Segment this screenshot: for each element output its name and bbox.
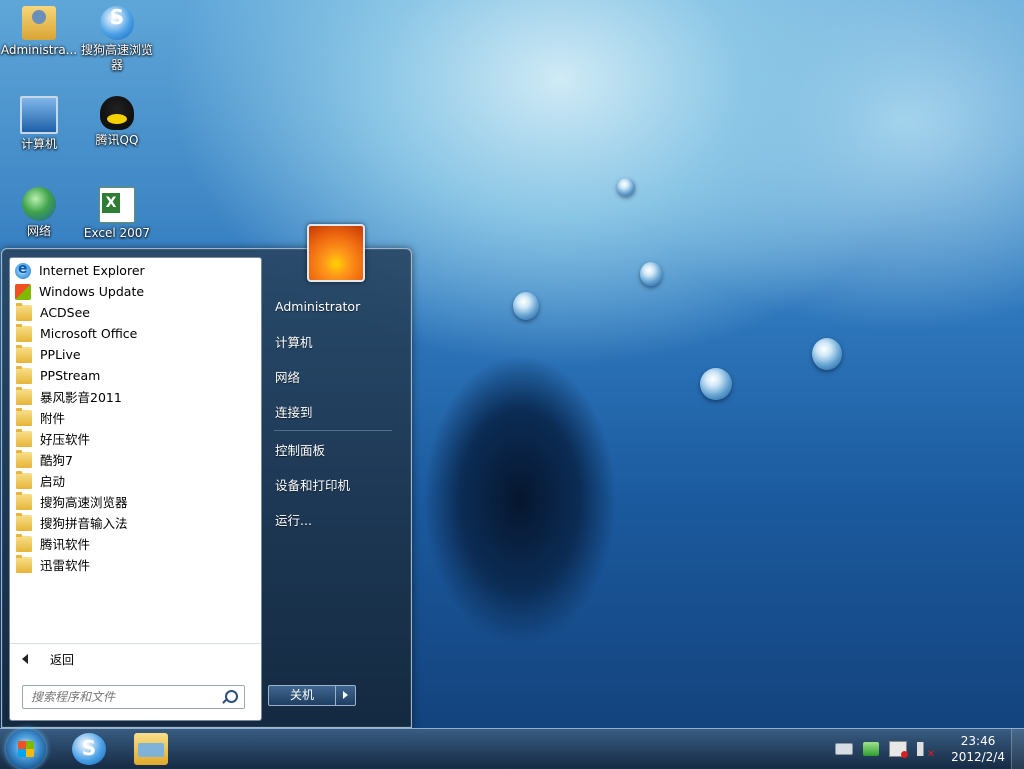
program-folder-pplive[interactable]: PPLive bbox=[10, 344, 261, 365]
water-drop bbox=[640, 262, 662, 286]
program-folder-tencent[interactable]: 腾讯软件 bbox=[10, 533, 261, 554]
computer-icon bbox=[20, 96, 58, 134]
start-menu: Internet Explorer Windows Update ACDSee … bbox=[1, 224, 412, 728]
folder-icon bbox=[16, 512, 32, 531]
excel-icon: X bbox=[99, 187, 135, 223]
folder-icon bbox=[16, 554, 32, 573]
right-item-computer[interactable]: 计算机 bbox=[264, 324, 404, 359]
wallpaper-splash bbox=[410, 330, 670, 660]
right-item-devices-printers[interactable]: 设备和打印机 bbox=[264, 467, 404, 502]
water-drop bbox=[812, 338, 842, 370]
program-folder-accessories[interactable]: 附件 bbox=[10, 407, 261, 428]
shutdown-options-arrow-icon[interactable] bbox=[336, 685, 356, 706]
back-button[interactable]: 返回 bbox=[10, 643, 261, 674]
right-item-connect-to[interactable]: 连接到 bbox=[264, 394, 404, 429]
folder-icon bbox=[16, 386, 32, 405]
sogou-browser-icon: S bbox=[81, 736, 97, 760]
folder-icon bbox=[16, 323, 32, 342]
clock-date: 2012/2/4 bbox=[951, 750, 1005, 764]
desktop-icon-label: 搜狗高速浏览器 bbox=[80, 43, 153, 72]
desktop-icon-network[interactable]: 网络 bbox=[0, 187, 78, 239]
folder-icon bbox=[16, 365, 32, 384]
network-disconnected-icon[interactable] bbox=[889, 741, 909, 758]
shutdown-button[interactable]: 关机 bbox=[268, 685, 336, 706]
program-list: Internet Explorer Windows Update ACDSee … bbox=[10, 260, 261, 575]
windows-update-icon bbox=[15, 283, 31, 300]
qq-penguin-icon bbox=[100, 96, 134, 130]
taskbar-sogou-browser[interactable]: S bbox=[72, 733, 106, 765]
show-desktop-button[interactable] bbox=[1011, 729, 1024, 769]
keyboard-icon[interactable] bbox=[835, 743, 854, 755]
volume-muted-icon[interactable] bbox=[917, 742, 935, 760]
taskbar: S 23:46 2012/2/4 bbox=[0, 728, 1024, 769]
start-menu-right-pane: Administrator 计算机 网络 连接到 控制面板 设备和打印机 运行.… bbox=[264, 289, 404, 537]
menu-separator bbox=[274, 430, 392, 431]
clock-time: 23:46 bbox=[960, 734, 996, 748]
clock[interactable]: 23:46 2012/2/4 bbox=[951, 733, 1005, 765]
folder-icon bbox=[16, 407, 32, 426]
search-input[interactable] bbox=[29, 689, 223, 705]
desktop-icon-label: Excel 2007 bbox=[83, 226, 151, 240]
action-center-flag-icon[interactable] bbox=[863, 742, 880, 756]
right-item-run[interactable]: 运行... bbox=[264, 502, 404, 537]
shutdown-control: 关机 bbox=[268, 685, 356, 706]
internet-explorer-icon bbox=[15, 261, 31, 279]
sogou-browser-icon: S bbox=[100, 6, 134, 40]
desktop-icon-excel[interactable]: X Excel 2007 bbox=[78, 187, 156, 241]
right-item-network[interactable]: 网络 bbox=[264, 359, 404, 394]
user-avatar[interactable] bbox=[307, 224, 365, 282]
program-folder-sogou-browser[interactable]: 搜狗高速浏览器 bbox=[10, 491, 261, 512]
program-folder-xunlei[interactable]: 迅雷软件 bbox=[10, 554, 261, 575]
windows-logo-icon bbox=[18, 741, 34, 757]
search-box[interactable] bbox=[22, 685, 245, 709]
program-item-internet-explorer[interactable]: Internet Explorer bbox=[10, 260, 261, 281]
taskbar-windows-explorer[interactable] bbox=[134, 733, 168, 765]
program-folder-sogou-pinyin[interactable]: 搜狗拼音输入法 bbox=[10, 512, 261, 533]
folder-icon bbox=[16, 533, 32, 552]
program-folder-kugou[interactable]: 酷狗7 bbox=[10, 449, 261, 470]
desktop-icon-label: 腾讯QQ bbox=[95, 133, 139, 147]
right-item-administrator[interactable]: Administrator bbox=[264, 289, 404, 324]
program-item-windows-update[interactable]: Windows Update bbox=[10, 281, 261, 302]
water-drop bbox=[700, 368, 732, 400]
program-folder-ppstream[interactable]: PPStream bbox=[10, 365, 261, 386]
program-folder-haozip[interactable]: 好压软件 bbox=[10, 428, 261, 449]
search-icon[interactable] bbox=[225, 690, 238, 703]
program-folder-acdsee[interactable]: ACDSee bbox=[10, 302, 261, 323]
back-arrow-icon bbox=[22, 654, 28, 664]
start-button[interactable] bbox=[6, 729, 46, 769]
system-tray: 23:46 2012/2/4 bbox=[835, 729, 1024, 769]
back-label: 返回 bbox=[50, 652, 75, 667]
folder-icon bbox=[16, 428, 32, 447]
desktop-icon-qq[interactable]: 腾讯QQ bbox=[78, 96, 156, 148]
all-programs-pane: Internet Explorer Windows Update ACDSee … bbox=[9, 257, 262, 721]
program-folder-microsoft-office[interactable]: Microsoft Office bbox=[10, 323, 261, 344]
program-folder-startup[interactable]: 启动 bbox=[10, 470, 261, 491]
desktop-icon-administrator[interactable]: Administra... bbox=[0, 6, 78, 58]
desktop-icon-label: Administra... bbox=[0, 43, 78, 57]
desktop-icon-label: 网络 bbox=[26, 224, 51, 238]
program-folder-baofeng[interactable]: 暴风影音2011 bbox=[10, 386, 261, 407]
water-drop bbox=[513, 292, 539, 320]
network-globe-icon bbox=[22, 187, 56, 221]
folder-icon bbox=[16, 491, 32, 510]
desktop-icon-computer[interactable]: 计算机 bbox=[0, 96, 78, 152]
folder-icon bbox=[16, 470, 32, 489]
folder-icon bbox=[16, 449, 32, 468]
folder-icon bbox=[16, 344, 32, 363]
folder-icon bbox=[16, 302, 32, 321]
water-drop bbox=[617, 178, 635, 196]
user-folder-icon bbox=[22, 6, 56, 40]
desktop-icon-sogou-browser[interactable]: S 搜狗高速浏览器 bbox=[78, 6, 156, 73]
desktop-icon-label: 计算机 bbox=[20, 137, 57, 151]
right-item-control-panel[interactable]: 控制面板 bbox=[264, 432, 404, 467]
